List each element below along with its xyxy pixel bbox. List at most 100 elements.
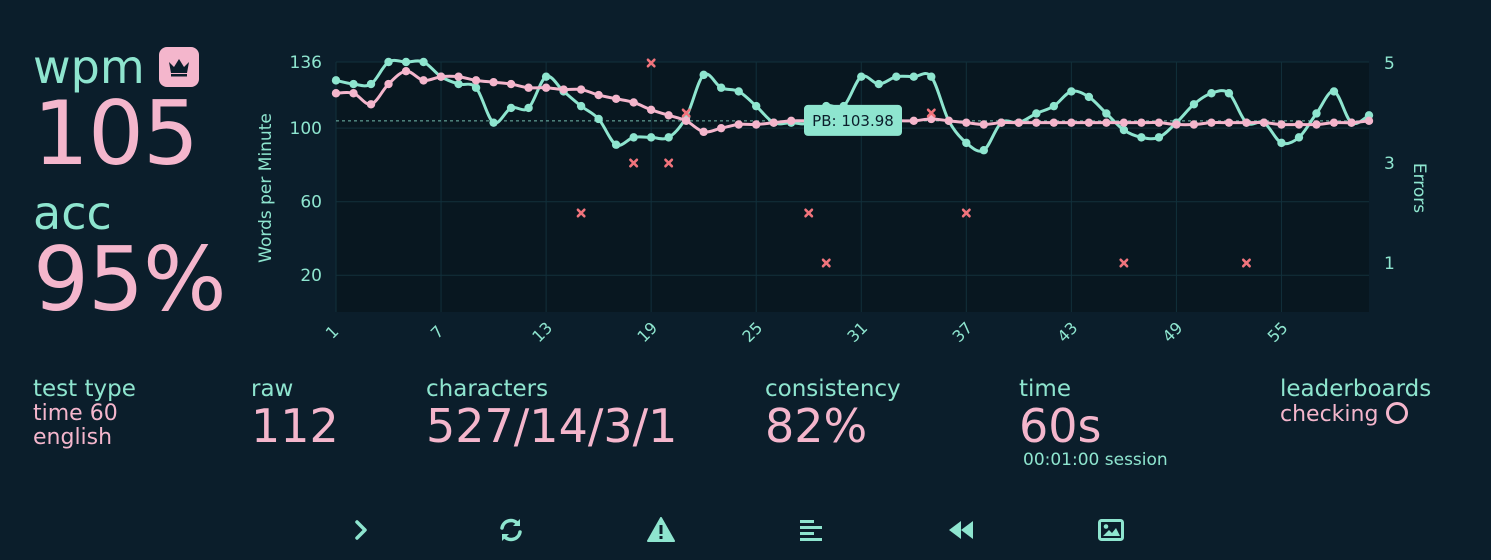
wpm-point (734, 120, 743, 129)
y2-tick-label: 3 (1384, 154, 1395, 174)
wpm-point (1259, 118, 1269, 127)
words-history-button[interactable] (791, 510, 831, 550)
raw-point (454, 79, 463, 89)
wpm-point (716, 123, 726, 133)
wpm-point (1277, 120, 1286, 129)
image-icon (1098, 519, 1124, 541)
raw-point (1189, 100, 1199, 109)
y-tick-label: 20 (300, 266, 322, 286)
raw-value: 112 (251, 399, 339, 453)
raw-point (524, 103, 533, 113)
raw-point (331, 76, 341, 85)
x-tick-label: 13 (528, 318, 556, 346)
y-tick-label: 136 (290, 53, 322, 73)
wpm-chart: 20601001361351 7 13 19 25 31 37 43 49 55Words per… (256, 53, 1429, 346)
wpm-point (664, 111, 673, 120)
raw-point (927, 72, 936, 81)
raw-point (699, 70, 708, 80)
wpm-point (752, 120, 761, 129)
raw-point (646, 133, 656, 142)
wpm-point (962, 118, 971, 127)
raw-point (419, 57, 428, 67)
wpm-point (559, 85, 568, 94)
wpm-point (1032, 118, 1041, 127)
x-tick-label: 19 (633, 318, 661, 346)
raw-point (1224, 89, 1234, 98)
wpm-point (611, 94, 621, 103)
warning-icon (647, 517, 675, 542)
test-type-label: test type (33, 376, 136, 402)
raw-point (1119, 125, 1129, 135)
x-tick-label: 1 (322, 322, 343, 343)
x-tick-label: 43 (1054, 318, 1082, 346)
y-tick-label: 100 (290, 119, 322, 139)
x-tick-label: 25 (738, 318, 766, 346)
replay-button[interactable] (941, 510, 981, 550)
wpm-point (1102, 118, 1111, 127)
raw-point (1067, 87, 1076, 96)
wpm-point (1137, 118, 1146, 127)
raw-point (1137, 133, 1146, 142)
characters-stat: characters 527/14/3/1 (426, 376, 677, 450)
raw-point (909, 72, 918, 81)
wpm-point (1119, 118, 1129, 127)
test-type-language: english (33, 425, 113, 450)
report-button[interactable] (641, 510, 681, 550)
characters-value[interactable]: 527/14/3/1 (426, 402, 677, 450)
wpm-point (489, 78, 498, 87)
wpm-point (1347, 118, 1356, 127)
test-type-mode: time 60 (33, 401, 118, 426)
leaderboards-stat: leaderboards checking (1280, 376, 1431, 427)
wpm-point (629, 98, 638, 107)
restart-test-button[interactable] (491, 510, 531, 550)
wpm-point (576, 85, 586, 94)
session-time: 00:01:00 session (1023, 450, 1168, 470)
raw-point (366, 79, 376, 89)
raw-point (611, 140, 621, 149)
wpm-point (1224, 118, 1234, 127)
wpm-point (1067, 118, 1076, 127)
wpm-point (909, 116, 918, 126)
time-stat: time 60s 00:01:00 session (1019, 376, 1168, 470)
sync-icon (500, 518, 522, 542)
test-type-stat: test type time 60 english (33, 376, 136, 450)
wpm-point (1294, 120, 1304, 129)
x-tick-label: 7 (427, 322, 448, 343)
raw-point (857, 72, 866, 81)
raw-point (629, 133, 638, 142)
wpm-point (979, 120, 989, 129)
chevron-right-icon (355, 520, 367, 540)
raw-point (874, 79, 883, 89)
raw-point (471, 83, 481, 92)
time-value[interactable]: 60s (1019, 402, 1168, 450)
wpm-point (524, 83, 533, 92)
wpm-point (787, 116, 796, 126)
y-tick-label: 60 (300, 193, 322, 213)
wpm-point (681, 116, 691, 126)
wpm-point (331, 89, 341, 98)
raw-point (384, 57, 393, 67)
wpm-point (541, 83, 551, 92)
raw-point (962, 138, 971, 148)
next-test-button[interactable] (341, 510, 381, 550)
wpm-point (1049, 118, 1059, 127)
wpm-point (1084, 118, 1094, 127)
rewind-icon (949, 521, 973, 539)
wpm-point (401, 66, 411, 76)
wpm-point (1189, 120, 1199, 129)
save-screenshot-button[interactable] (1091, 510, 1131, 550)
y-axis-title: Words per Minute (256, 113, 276, 263)
wpm-point (944, 116, 953, 126)
raw-point (979, 146, 989, 155)
wpm-point (646, 105, 656, 114)
raw-point (594, 114, 603, 124)
wpm-point (366, 100, 376, 109)
raw-point (664, 133, 673, 142)
loading-spinner-icon (1386, 402, 1409, 424)
wpm-point (506, 79, 516, 89)
wpm-point (1172, 120, 1181, 129)
consistency-stat: consistency 82% (765, 376, 901, 450)
wpm-point (384, 79, 393, 89)
consistency-value[interactable]: 82% (765, 402, 901, 450)
leaderboards-label: leaderboards (1280, 376, 1432, 402)
